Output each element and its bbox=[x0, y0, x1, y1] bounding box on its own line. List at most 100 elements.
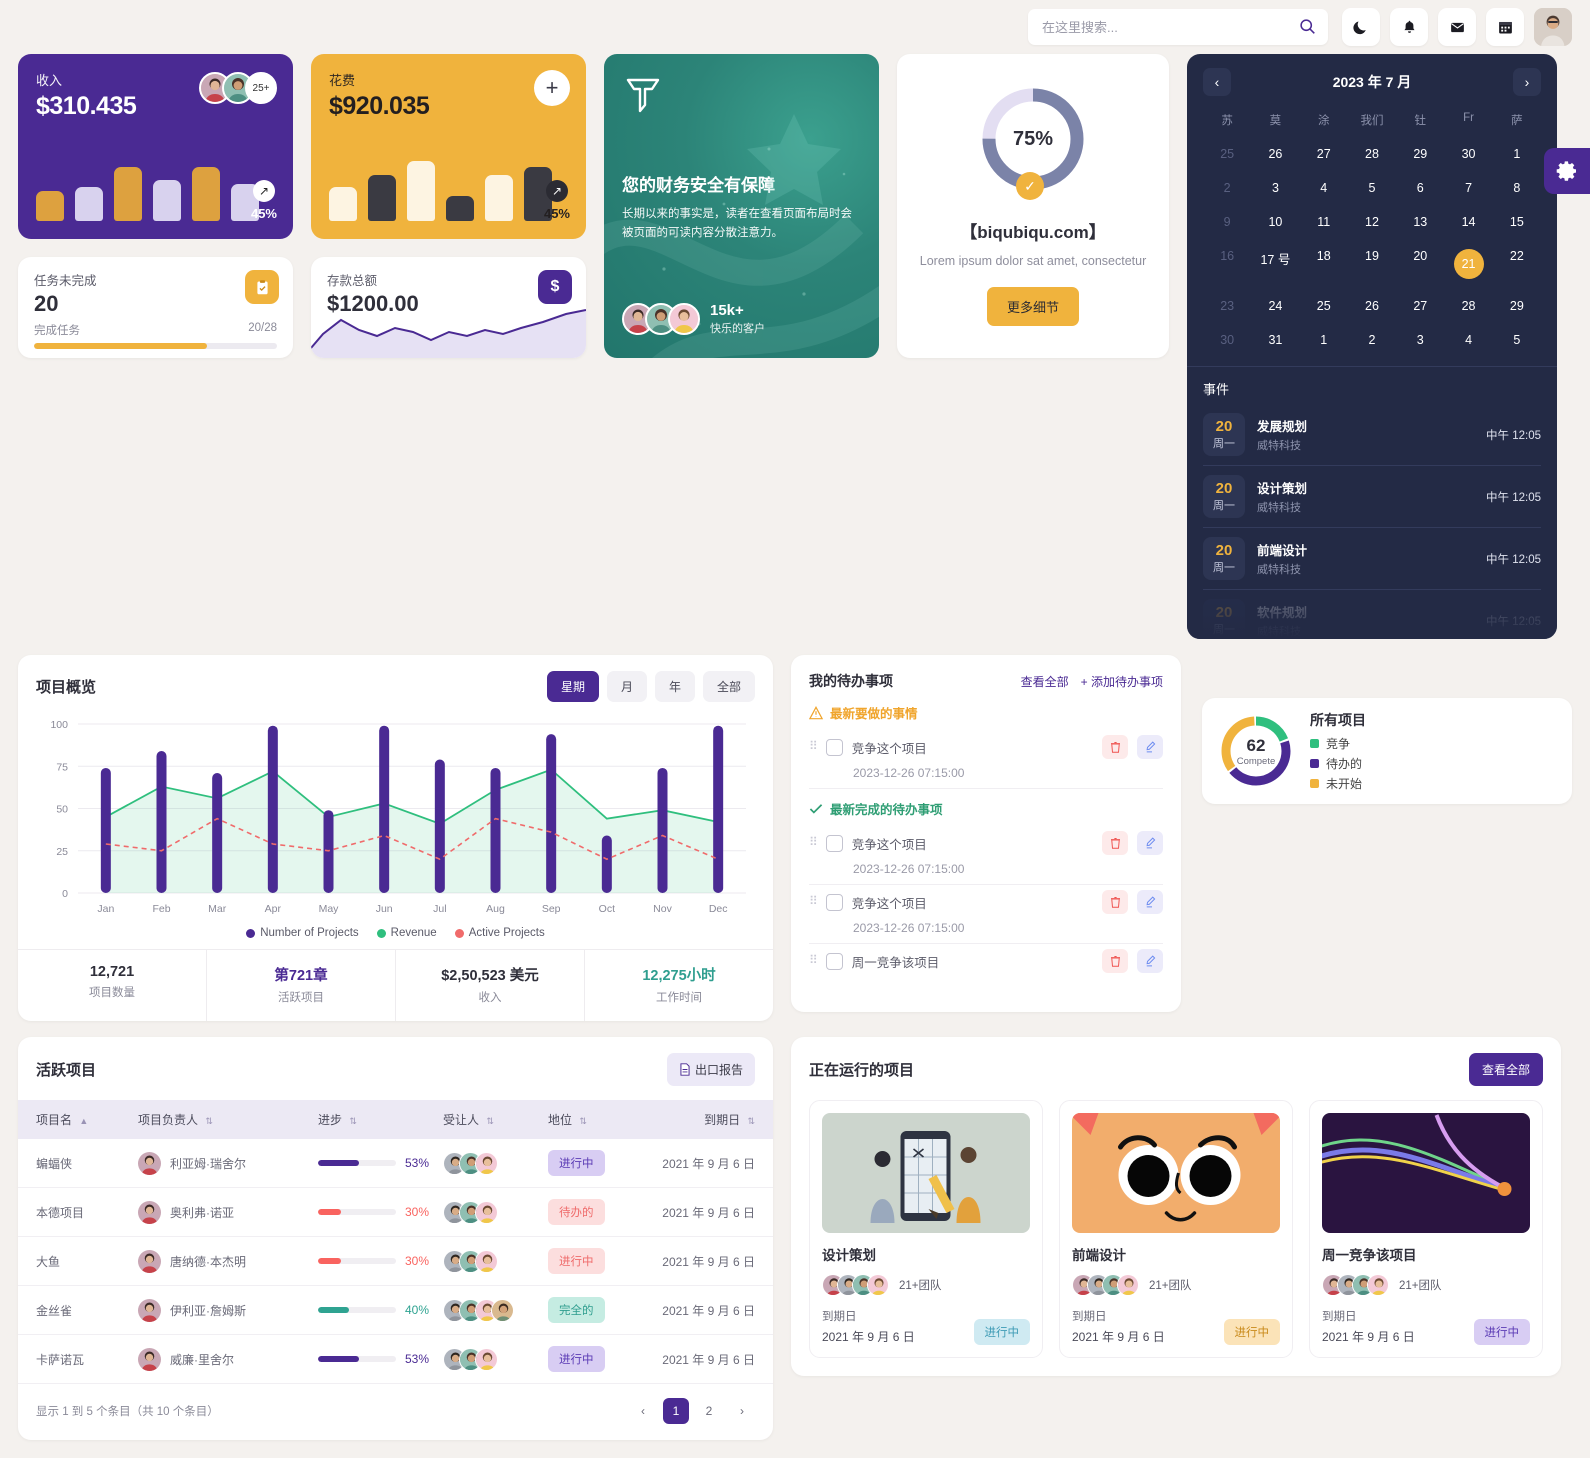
calendar-day[interactable]: 29 bbox=[1396, 140, 1444, 168]
calendar-day[interactable]: 12 bbox=[1348, 208, 1396, 236]
calendar-day[interactable]: 7 bbox=[1444, 174, 1492, 202]
avatar[interactable] bbox=[1534, 8, 1572, 46]
drag-handle-icon[interactable]: ⠿ bbox=[809, 836, 818, 848]
calendar-day[interactable]: 31 bbox=[1251, 326, 1299, 354]
todo-view-all-link[interactable]: 查看全部 bbox=[1021, 673, 1069, 690]
table-row[interactable]: 本德项目 奥利弗·诺亚 30% 待办的 2021 年 9 月 6 日 bbox=[18, 1187, 773, 1237]
table-row[interactable]: 金丝雀 伊利亚·詹姆斯 40% 完全的 2021 年 9 月 6 日 bbox=[18, 1285, 773, 1335]
overview-filter-全部[interactable]: 全部 bbox=[702, 671, 755, 702]
todo-checkbox[interactable] bbox=[825, 952, 843, 970]
calendar-day[interactable]: 14 bbox=[1444, 208, 1492, 236]
calendar-day[interactable]: 3 bbox=[1396, 326, 1444, 354]
table-row[interactable]: 卡萨诺瓦 威廉·里舍尔 53% 进行中 2021 年 9 月 6 日 bbox=[18, 1334, 773, 1384]
edit-button[interactable] bbox=[1137, 890, 1163, 914]
edit-button[interactable] bbox=[1137, 735, 1163, 759]
calendar-day[interactable]: 20 bbox=[1396, 242, 1444, 286]
table-row[interactable]: 蝙蝠侠 利亚姆·瑞舍尔 53% 进行中 2021 年 9 月 6 日 bbox=[18, 1139, 773, 1188]
search-input[interactable] bbox=[1028, 9, 1328, 45]
running-project-card[interactable]: 前端设计 21+团队 到期日 2021 年 9 月 6 日 进行中 bbox=[1059, 1100, 1293, 1358]
column-header-项目名[interactable]: 项目名 ▲ bbox=[18, 1100, 138, 1139]
running-project-card[interactable]: 周一竞争该项目 21+团队 到期日 2021 年 9 月 6 日 进行中 bbox=[1309, 1100, 1543, 1358]
todo-checkbox[interactable] bbox=[825, 893, 843, 911]
edit-button[interactable] bbox=[1137, 949, 1163, 973]
calendar-day[interactable]: 5 bbox=[1348, 174, 1396, 202]
pagination-prev[interactable]: ‹ bbox=[630, 1398, 656, 1424]
calendar-day[interactable]: 9 bbox=[1203, 208, 1251, 236]
calendar-day[interactable]: 11 bbox=[1300, 208, 1348, 236]
add-expense-button[interactable]: + bbox=[534, 70, 570, 106]
export-report-button[interactable]: 出口报告 bbox=[666, 1053, 755, 1086]
calendar-day[interactable]: 24 bbox=[1251, 292, 1299, 320]
todo-add-link[interactable]: + 添加待办事项 bbox=[1081, 673, 1163, 690]
calendar-day[interactable]: 8 bbox=[1493, 174, 1541, 202]
delete-button[interactable] bbox=[1102, 890, 1128, 914]
drag-handle-icon[interactable]: ⠿ bbox=[809, 895, 818, 907]
delete-button[interactable] bbox=[1102, 949, 1128, 973]
table-row[interactable]: 大鱼 唐纳德·本杰明 30% 进行中 2021 年 9 月 6 日 bbox=[18, 1236, 773, 1286]
calendar-day[interactable]: 22 bbox=[1493, 242, 1541, 286]
calendar-day[interactable]: 26 bbox=[1348, 292, 1396, 320]
delete-button[interactable] bbox=[1102, 735, 1128, 759]
column-header-受让人[interactable]: 受让人 ⇅ bbox=[443, 1100, 548, 1139]
search-icon[interactable] bbox=[1299, 18, 1316, 35]
list-item[interactable]: ⠿ 竞争这个项目 bbox=[809, 885, 1163, 919]
overview-filter-星期[interactable]: 星期 bbox=[546, 671, 599, 702]
calendar-day-selected[interactable]: 21 bbox=[1444, 242, 1492, 286]
settings-tab-button[interactable] bbox=[1544, 148, 1590, 194]
moon-icon-button[interactable] bbox=[1342, 8, 1380, 46]
calendar-day[interactable]: 1 bbox=[1493, 140, 1541, 168]
calendar-day[interactable]: 2 bbox=[1348, 326, 1396, 354]
drag-handle-icon[interactable]: ⠿ bbox=[809, 740, 818, 752]
pagination-page-2[interactable]: 2 bbox=[696, 1398, 722, 1424]
calendar-day[interactable]: 10 bbox=[1251, 208, 1299, 236]
overview-filter-年[interactable]: 年 bbox=[654, 671, 695, 702]
calendar-day[interactable]: 29 bbox=[1493, 292, 1541, 320]
pagination-next[interactable]: › bbox=[729, 1398, 755, 1424]
calendar-day[interactable]: 27 bbox=[1396, 292, 1444, 320]
calendar-day[interactable]: 1 bbox=[1300, 326, 1348, 354]
calendar-event[interactable]: 20 周一 设计策划 威特科技 中午 12:05 bbox=[1203, 466, 1541, 528]
running-view-all-button[interactable]: 查看全部 bbox=[1468, 1053, 1543, 1086]
todo-checkbox[interactable] bbox=[825, 834, 843, 852]
mail-icon-button[interactable] bbox=[1438, 8, 1476, 46]
calendar-prev-button[interactable]: ‹ bbox=[1203, 68, 1231, 96]
overview-filter-月[interactable]: 月 bbox=[606, 671, 647, 702]
calendar-day[interactable]: 30 bbox=[1444, 140, 1492, 168]
calendar-day[interactable]: 6 bbox=[1396, 174, 1444, 202]
column-header-到期日[interactable]: 到期日 ⇅ bbox=[648, 1100, 773, 1139]
pagination-page-1[interactable]: 1 bbox=[663, 1398, 689, 1424]
calendar-next-button[interactable]: › bbox=[1512, 68, 1541, 96]
column-header-进步[interactable]: 进步 ⇅ bbox=[318, 1100, 443, 1139]
more-details-button[interactable]: 更多细节 bbox=[986, 287, 1079, 326]
calendar-day[interactable]: 26 bbox=[1251, 140, 1299, 168]
calendar-day[interactable]: 28 bbox=[1348, 140, 1396, 168]
calendar-day[interactable]: 25 bbox=[1300, 292, 1348, 320]
calendar-day[interactable]: 4 bbox=[1300, 174, 1348, 202]
column-header-地位[interactable]: 地位 ⇅ bbox=[548, 1100, 648, 1139]
bell-icon-button[interactable] bbox=[1390, 8, 1428, 46]
calendar-day[interactable]: 16 bbox=[1203, 242, 1251, 286]
calendar-day[interactable]: 27 bbox=[1300, 140, 1348, 168]
calendar-day[interactable]: 5 bbox=[1493, 326, 1541, 354]
list-item[interactable]: ⠿ 竞争这个项目 bbox=[809, 730, 1163, 764]
calendar-icon-button[interactable] bbox=[1486, 8, 1524, 46]
column-header-项目负责人[interactable]: 项目负责人 ⇅ bbox=[138, 1100, 318, 1139]
calendar-day[interactable]: 17 号 bbox=[1251, 242, 1299, 286]
calendar-event[interactable]: 20 周一 发展规划 威特科技 中午 12:05 bbox=[1203, 404, 1541, 466]
calendar-day[interactable]: 18 bbox=[1300, 242, 1348, 286]
calendar-day[interactable]: 13 bbox=[1396, 208, 1444, 236]
list-item[interactable]: ⠿ 周一竞争该项目 bbox=[809, 944, 1163, 978]
calendar-event[interactable]: 20 周一 前端设计 威特科技 中午 12:05 bbox=[1203, 528, 1541, 590]
todo-checkbox[interactable] bbox=[825, 738, 843, 756]
edit-button[interactable] bbox=[1137, 831, 1163, 855]
calendar-day[interactable]: 30 bbox=[1203, 326, 1251, 354]
calendar-day[interactable]: 28 bbox=[1444, 292, 1492, 320]
calendar-day[interactable]: 25 bbox=[1203, 140, 1251, 168]
calendar-day[interactable]: 19 bbox=[1348, 242, 1396, 286]
calendar-day[interactable]: 4 bbox=[1444, 326, 1492, 354]
calendar-day[interactable]: 3 bbox=[1251, 174, 1299, 202]
drag-handle-icon[interactable]: ⠿ bbox=[809, 954, 818, 966]
calendar-day[interactable]: 15 bbox=[1493, 208, 1541, 236]
delete-button[interactable] bbox=[1102, 831, 1128, 855]
calendar-day[interactable]: 23 bbox=[1203, 292, 1251, 320]
